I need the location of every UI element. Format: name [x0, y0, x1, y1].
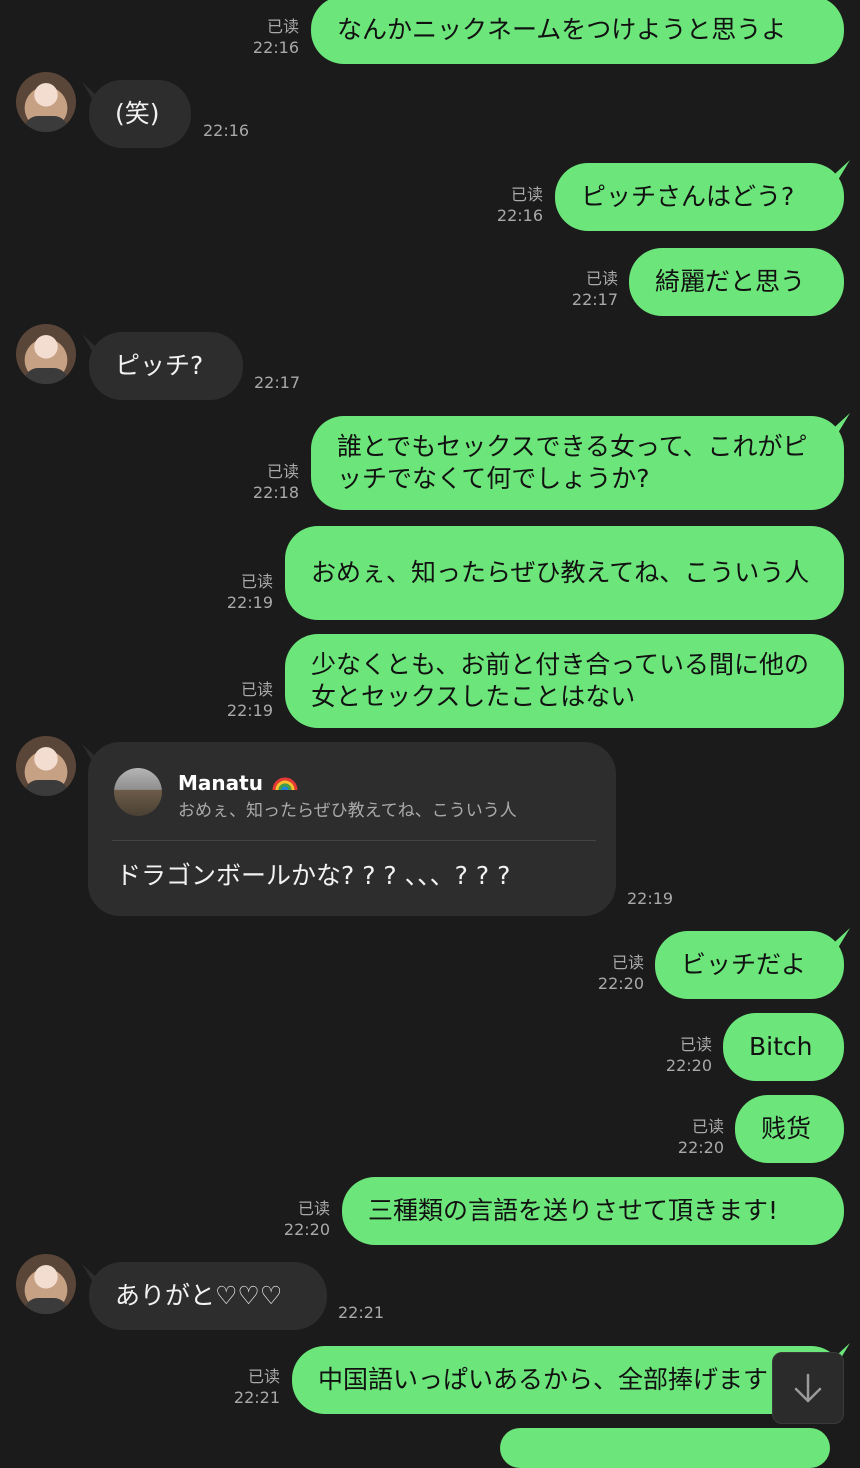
outgoing-message[interactable]: 三種類の言語を送りさせて頂きます!: [342, 1177, 844, 1245]
quoted-sender-name: Manatu: [178, 771, 263, 795]
message-meta: 已读 22:20: [284, 1198, 330, 1240]
message-meta: 已读 22:17: [572, 268, 618, 310]
message-meta: 已读 22:20: [678, 1116, 724, 1158]
message-meta: 已读 22:16: [253, 16, 299, 58]
message-text: おめぇ、知ったらぜひ教えてね、こういう人: [311, 558, 810, 587]
outgoing-message[interactable]: 少なくとも、お前と付き合っている間に他の女とセックスしたことはない: [285, 634, 844, 728]
outgoing-message[interactable]: Bitch: [723, 1013, 844, 1081]
message-text: (笑): [115, 99, 160, 128]
read-receipt: 已读: [691, 1117, 724, 1136]
message-time: 22:16: [252, 38, 299, 57]
message-text: ビッチだよ: [681, 950, 807, 979]
outgoing-message[interactable]: おめぇ、知ったらぜひ教えてね、こういう人: [285, 526, 844, 620]
message-time: 22:16: [203, 121, 250, 140]
message-meta: 已读 22:20: [666, 1034, 712, 1076]
message-text: なんかニックネームをつけようと思うよ: [337, 15, 787, 44]
outgoing-message[interactable]: 贱货: [735, 1095, 844, 1163]
message-text: 誰とでもセックスできる女って、これがピッチでなくて何でしょうか?: [337, 432, 808, 493]
read-receipt: 已读: [240, 680, 273, 699]
outgoing-message[interactable]: ピッチさんはどう?: [555, 163, 844, 231]
message-time: 22:20: [665, 1056, 712, 1075]
message-time: 22:17: [254, 373, 301, 392]
message-text: ピッチ?: [115, 351, 204, 380]
message-text: 三種類の言語を送りさせて頂きます!: [368, 1196, 779, 1225]
chat-thread[interactable]: 已读 22:16 なんかニックネームをつけようと思うよ (笑) 22:16 已读…: [0, 0, 860, 1468]
message-text: ピッチさんはどう?: [581, 182, 795, 211]
read-receipt: 已读: [679, 1035, 712, 1054]
contact-avatar[interactable]: [16, 72, 76, 132]
read-receipt: 已读: [247, 1367, 280, 1386]
message-text: Bitch: [749, 1032, 813, 1061]
quoted-message[interactable]: Manatu おめぇ、知ったらぜひ教えてね、こういう人: [112, 766, 596, 841]
read-receipt: 已读: [585, 269, 618, 288]
message-meta: 已读 22:16: [497, 184, 543, 226]
read-receipt: 已读: [266, 17, 299, 36]
message-meta: 已读 22:18: [253, 461, 299, 503]
message-time: 22:19: [226, 701, 273, 720]
quoted-avatar: [114, 768, 162, 816]
incoming-message[interactable]: ピッチ?: [89, 332, 243, 400]
message-text: 綺麗だと思う: [655, 267, 806, 296]
outgoing-message[interactable]: 誰とでもセックスできる女って、これがピッチでなくて何でしょうか?: [311, 416, 844, 510]
outgoing-message[interactable]: 綺麗だと思う: [629, 248, 844, 316]
scroll-to-bottom-button[interactable]: [772, 1352, 844, 1424]
outgoing-message[interactable]: 中国語いっぱいあるから、全部捧げます: [292, 1346, 844, 1414]
message-time: 22:21: [233, 1388, 280, 1407]
arrow-down-icon: [794, 1373, 822, 1403]
contact-avatar[interactable]: [16, 324, 76, 384]
read-receipt: 已读: [297, 1199, 330, 1218]
contact-avatar[interactable]: [16, 736, 76, 796]
read-receipt: 已读: [266, 462, 299, 481]
incoming-message[interactable]: (笑): [89, 80, 191, 148]
message-text: 少なくとも、お前と付き合っている間に他の女とセックスしたことはない: [311, 650, 810, 711]
message-time: 22:21: [338, 1303, 385, 1322]
read-receipt: 已读: [611, 953, 644, 972]
outgoing-message[interactable]: ビッチだよ: [655, 931, 844, 999]
read-receipt: 已读: [240, 572, 273, 591]
message-meta: 已读 22:19: [227, 571, 273, 613]
message-time: 22:19: [627, 889, 674, 908]
message-time: 22:17: [571, 290, 618, 309]
message-time: 22:16: [496, 206, 543, 225]
quoted-sender: Manatu: [178, 768, 298, 795]
quoted-text: おめぇ、知ったらぜひ教えてね、こういう人: [178, 801, 517, 821]
message-text: 中国語いっぱいあるから、全部捧げます: [318, 1365, 769, 1394]
contact-avatar[interactable]: [16, 1254, 76, 1314]
message-meta: 已读 22:20: [598, 952, 644, 994]
message-time: 22:19: [226, 593, 273, 612]
message-text: ありがと♡♡♡: [115, 1281, 283, 1310]
message-time: 22:18: [252, 483, 299, 502]
message-meta: 已读 22:19: [227, 679, 273, 721]
outgoing-message-partial[interactable]: [500, 1428, 830, 1468]
read-receipt: 已读: [510, 185, 543, 204]
message-time: 22:20: [677, 1138, 724, 1157]
message-text: 贱货: [761, 1114, 812, 1143]
incoming-message[interactable]: ありがと♡♡♡: [89, 1262, 327, 1330]
outgoing-message[interactable]: なんかニックネームをつけようと思うよ: [311, 0, 844, 64]
message-time: 22:20: [283, 1220, 330, 1239]
message-text: ドラゴンボールかな? ? ? 、、、? ? ?: [116, 861, 511, 890]
reply-message[interactable]: Manatu おめぇ、知ったらぜひ教えてね、こういう人 ドラゴンボールかな? ?…: [88, 742, 616, 916]
message-time: 22:20: [597, 974, 644, 993]
message-meta: 已读 22:21: [234, 1366, 280, 1408]
rainbow-icon: [272, 777, 298, 791]
